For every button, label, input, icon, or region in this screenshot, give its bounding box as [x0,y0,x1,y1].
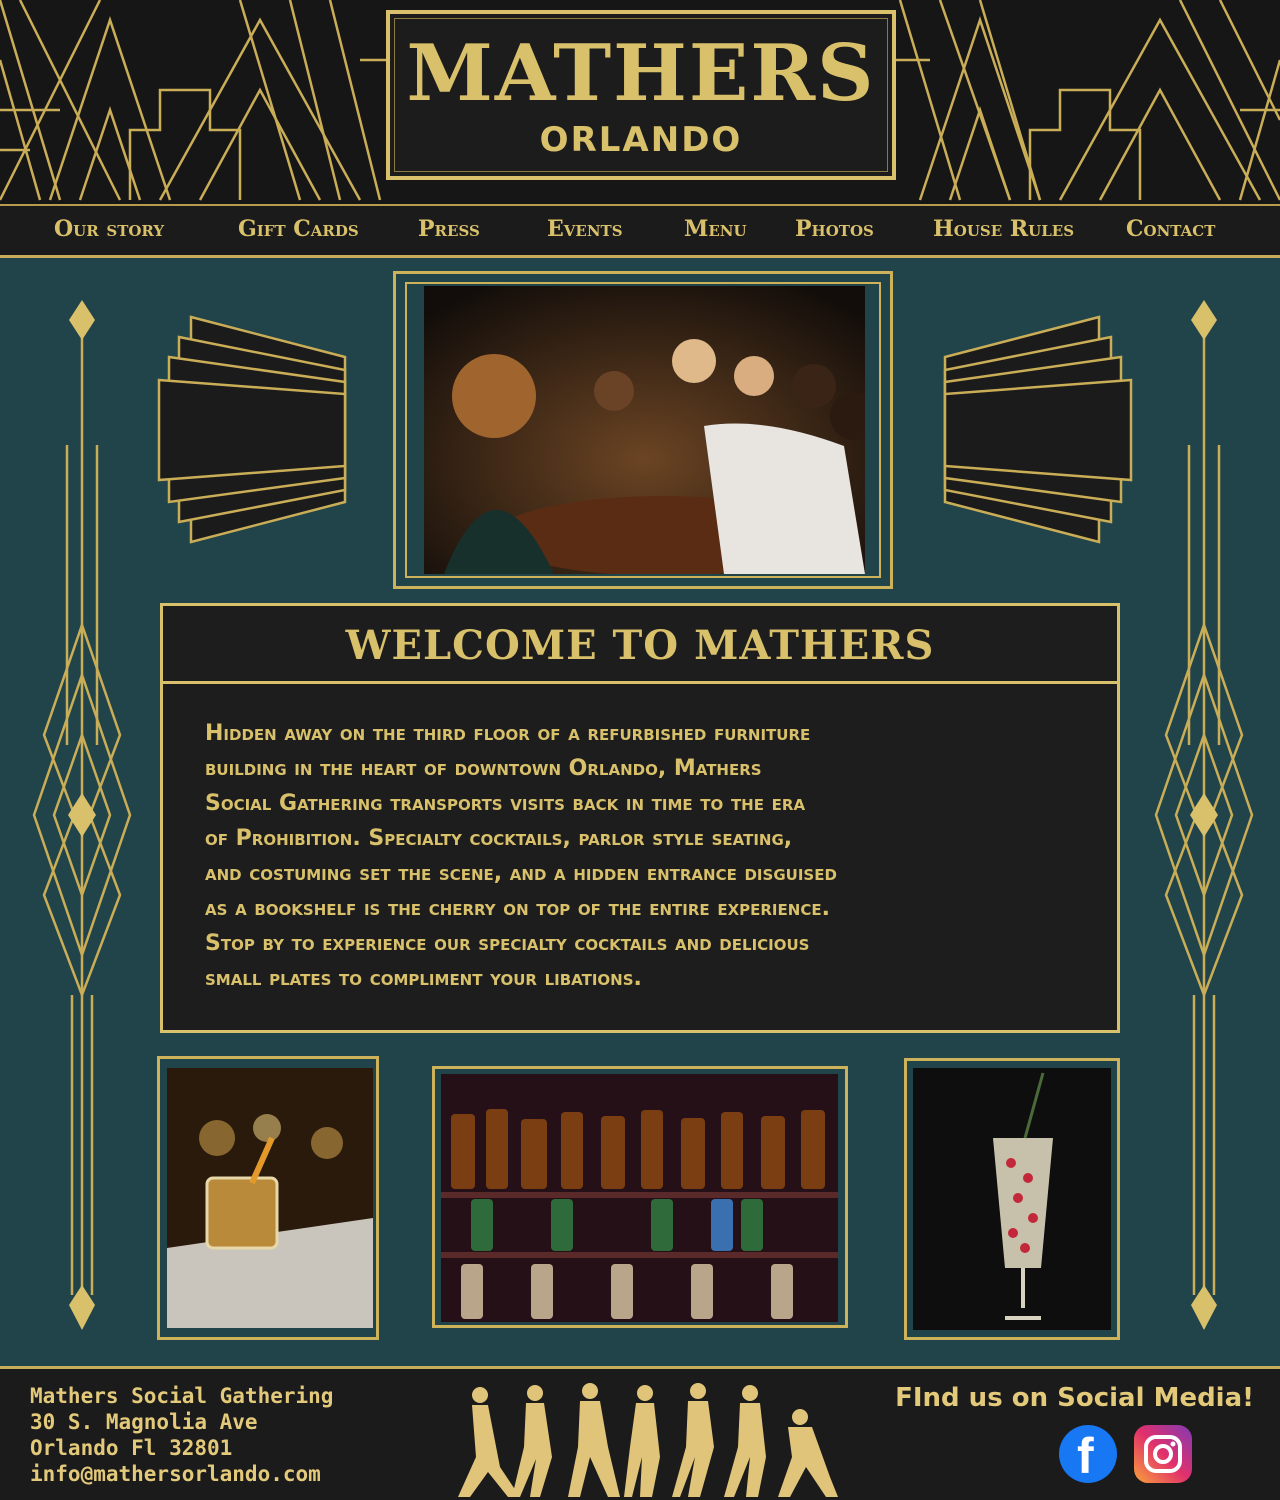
logo-title: MATHERS [406,28,876,119]
left-fan-ornament [157,315,347,544]
nav-our-story[interactable]: Our story [54,216,164,242]
welcome-text: Hidden away on the third floor of a refu… [205,721,837,991]
footer: Mathers Social Gathering 30 S. Magnolia … [0,1366,1280,1500]
facebook-icon[interactable]: f [1059,1425,1117,1484]
social-heading: FInd us on Social Media! [895,1383,1254,1413]
welcome-panel: WELCOME TO MATHERS Hidden away on the th… [160,603,1120,1033]
photo-champagne-cocktail [913,1068,1111,1330]
main-nav: Our story Gift Cards Press Events Menu P… [0,204,1280,258]
logo-subtitle: ORLANDO [539,120,743,160]
instagram-icon[interactable] [1134,1425,1192,1483]
facebook-glyph: f [1077,1428,1094,1484]
hero-photo-party [424,286,865,574]
email-link[interactable]: info@mathersorlando.com [30,1461,333,1487]
nav-press[interactable]: Press [418,216,480,242]
nav-contact[interactable]: Contact [1126,216,1215,242]
right-side-ornament [1154,300,1254,1330]
nav-house-rules[interactable]: House Rules [933,216,1074,242]
header: MATHERS ORLANDO [0,0,1280,204]
address-city: Orlando Fl 32801 [30,1436,233,1460]
nav-menu[interactable]: Menu [684,216,747,242]
logo[interactable]: MATHERS ORLANDO [386,10,896,180]
nav-gift-cards[interactable]: Gift Cards [238,216,359,242]
nav-events[interactable]: Events [547,216,623,242]
right-fan-ornament [943,315,1133,544]
address-name: Mathers Social Gathering [30,1384,334,1408]
dancers-silhouette-image [458,1383,838,1497]
photo-bar-shelves [441,1074,838,1322]
instagram-glyph [1144,1435,1182,1473]
left-side-ornament [32,300,132,1330]
welcome-title-bar: WELCOME TO MATHERS [163,606,1117,684]
nav-photos[interactable]: Photos [795,216,874,242]
welcome-title: WELCOME TO MATHERS [345,622,935,669]
address-street: 30 S. Magnolia Ave [30,1410,258,1434]
address-block: Mathers Social Gathering 30 S. Magnolia … [30,1383,333,1487]
photo-old-fashioned-cocktail [167,1068,373,1328]
